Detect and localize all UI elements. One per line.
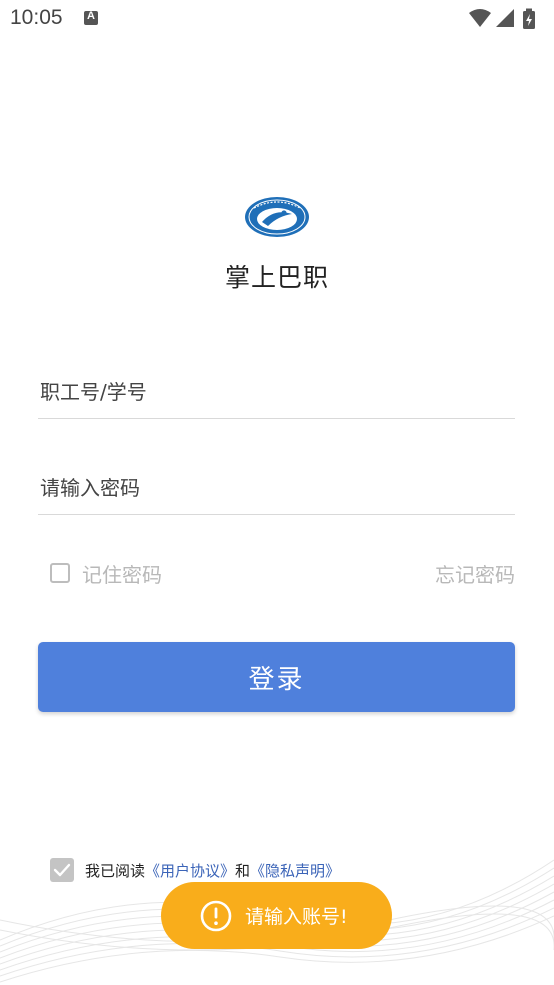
agreement-conjunction: 和	[235, 861, 251, 880]
agreement-row: 我已阅读《用户协议》和《隐私声明》	[50, 857, 340, 883]
password-field-wrapper	[38, 456, 519, 515]
privacy-statement-link[interactable]: 《隐私声明》	[250, 862, 340, 880]
exclamation-circle-icon	[200, 900, 232, 931]
status-bar: 10:05 A	[0, 0, 554, 38]
forgot-password-link[interactable]: 忘记密码	[435, 559, 515, 588]
login-button[interactable]: 登录	[38, 642, 515, 712]
school-logo	[244, 196, 310, 238]
status-icons	[468, 7, 546, 31]
status-time: 10:05	[10, 6, 63, 29]
account-field-wrapper	[38, 360, 519, 419]
battery-charging-icon	[523, 8, 535, 29]
account-input[interactable]	[38, 374, 519, 410]
remember-checkbox[interactable]	[50, 563, 70, 583]
remember-password-toggle[interactable]: 记住密码	[50, 559, 162, 587]
remember-label: 记住密码	[82, 562, 162, 587]
wifi-icon	[469, 9, 491, 27]
toast-text: 请输入账号!	[245, 906, 348, 928]
agreement-checkbox[interactable]	[50, 858, 74, 882]
signal-icon	[496, 9, 514, 27]
user-agreement-link[interactable]: 《用户协议》	[145, 862, 235, 880]
password-input[interactable]	[38, 470, 519, 506]
agreement-prefix: 我已阅读	[85, 861, 146, 880]
agreement-text: 我已阅读《用户协议》和《隐私声明》	[85, 860, 340, 881]
a-icon: A	[84, 10, 98, 25]
check-icon	[53, 863, 71, 877]
toast-message: 请输入账号!	[161, 882, 392, 949]
app-title: 掌上巴职	[224, 263, 329, 292]
